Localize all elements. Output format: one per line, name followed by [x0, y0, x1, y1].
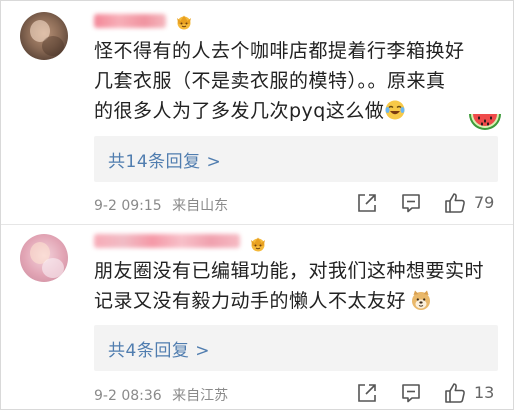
comment-location: 来自江苏	[172, 388, 229, 404]
comment-text: 朋友圈没有已编辑功能，对我们这种想要实时 记录又没有毅力动手的懒人不太友好	[94, 256, 498, 316]
comment-list: 怪不得有的人去个咖啡店都提着行李箱换好 几套衣服（不是卖衣服的模特）。。原来真 …	[0, 0, 514, 410]
doge-emoji-icon	[412, 290, 431, 310]
avatar[interactable]	[20, 234, 68, 282]
comment-item: 朋友圈没有已编辑功能，对我们这种想要实时 记录又没有毅力动手的懒人不太友好 共4…	[0, 0, 514, 410]
comment-text-line: 记录又没有毅力动手的懒人不太友好	[94, 286, 498, 316]
share-icon[interactable]	[356, 382, 378, 404]
reply-summary: 共4条回复 >	[94, 325, 498, 371]
comment-meta: 9-2 08:36 来自江苏	[94, 385, 228, 405]
comment-icon[interactable]	[400, 382, 422, 404]
comment-text-line: 朋友圈没有已编辑功能，对我们这种想要实时	[94, 260, 485, 282]
comment-date: 9-2 08:36	[94, 388, 162, 404]
like-button[interactable]: 13	[444, 382, 500, 404]
username-blurred[interactable]	[94, 234, 240, 248]
thumbs-up-icon	[445, 383, 465, 403]
like-count: 13	[474, 383, 495, 402]
view-replies-link[interactable]: 共4条回复 >	[108, 336, 210, 361]
crown-badge-icon	[251, 237, 265, 252]
